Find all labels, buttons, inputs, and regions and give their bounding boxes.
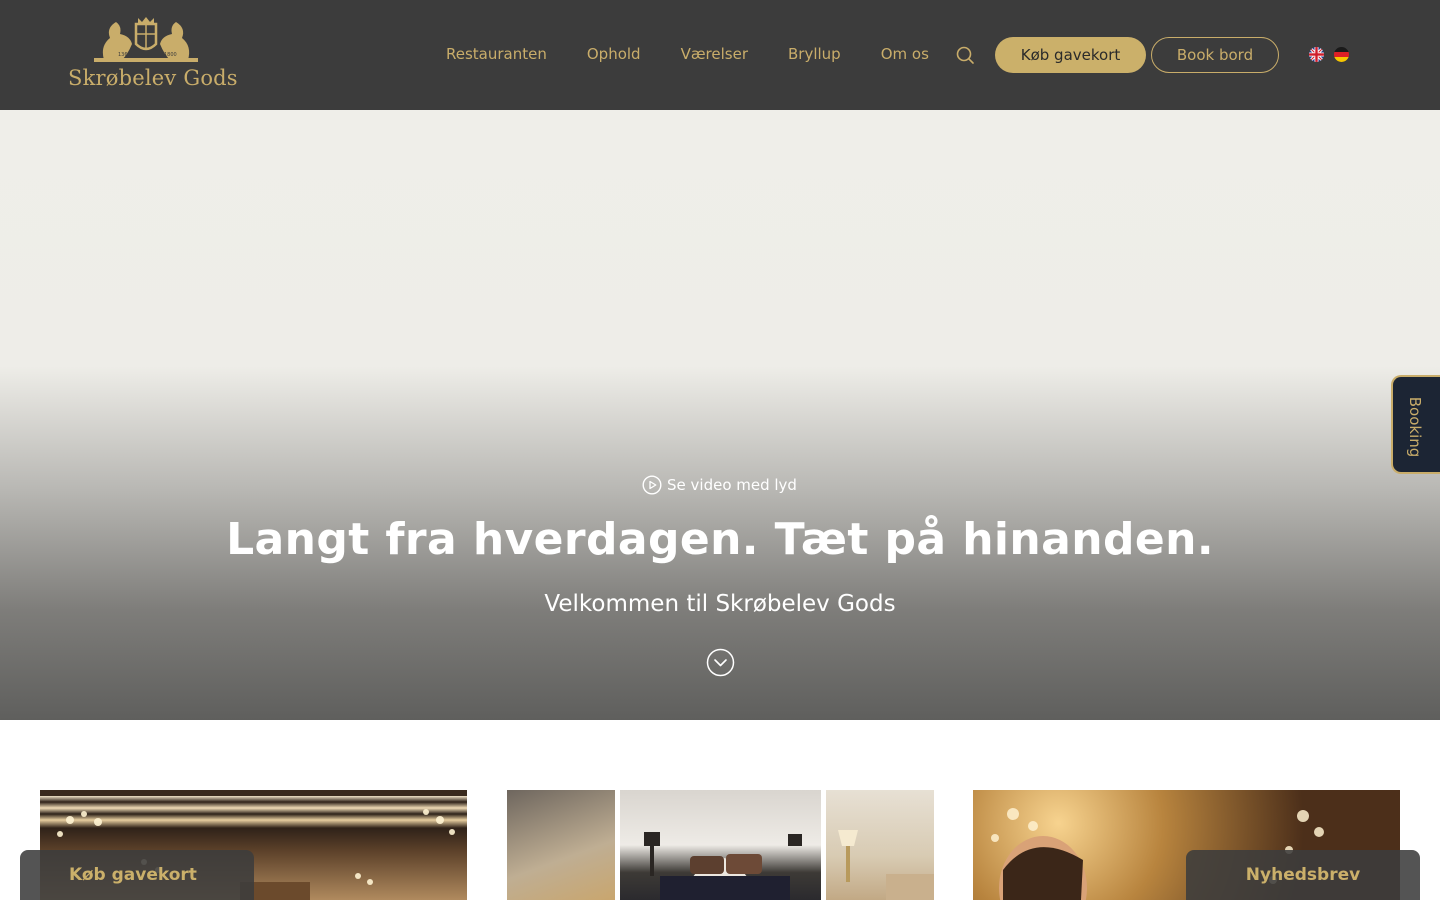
nav-item-vaerelser[interactable]: Værelser [681, 43, 748, 65]
language-german[interactable] [1334, 47, 1349, 62]
logo[interactable]: 1367 1800 Skrøbelev Gods [62, 14, 238, 98]
search-icon [956, 46, 974, 64]
sticky-gift-card-button[interactable]: Køb gavekort [20, 850, 254, 900]
nav-item-ophold[interactable]: Ophold [587, 43, 641, 65]
booking-tab-label: Booking [1406, 396, 1424, 458]
sticky-newsletter-button[interactable]: Nyhedsbrev [1186, 850, 1420, 900]
nav-item-bryllup[interactable]: Bryllup [788, 43, 841, 65]
nav-item-restauranten[interactable]: Restauranten [446, 43, 547, 65]
play-circle-icon [642, 475, 662, 495]
bed-photo [644, 832, 802, 900]
site-header: 1367 1800 Skrøbelev Gods Restauranten Op… [0, 0, 1440, 110]
crest-icon: 1367 1800 [94, 17, 198, 62]
lamp-photo [838, 830, 934, 900]
hero-subtitle: Velkommen til Skrøbelev Gods [544, 591, 896, 617]
hero-title: Langt fra hverdagen. Tæt på hinanden. [226, 514, 1214, 565]
german-flag-icon [1334, 47, 1349, 62]
nav-item-om-os[interactable]: Om os [881, 43, 929, 65]
main-nav: Restauranten Ophold Værelser Bryllup Om … [446, 43, 929, 65]
video-with-sound-link[interactable]: Se video med lyd [642, 474, 797, 496]
booking-side-tab[interactable]: Booking [1391, 375, 1440, 474]
room-photo-1 [507, 790, 615, 900]
chevron-down-circle-icon [706, 648, 735, 677]
uk-flag-icon [1309, 47, 1324, 62]
search-button[interactable] [954, 44, 976, 66]
book-table-button[interactable]: Book bord [1151, 37, 1279, 73]
video-link-label: Se video med lyd [667, 476, 797, 494]
scroll-down-button[interactable] [706, 648, 735, 677]
room-photo-2 [620, 790, 821, 900]
hero-section: Se video med lyd Langt fra hverdagen. Tæ… [0, 110, 1440, 720]
crest-year-right: 1800 [164, 52, 177, 58]
language-english[interactable] [1309, 47, 1324, 62]
brand-name: Skrøbelev Gods [68, 66, 238, 90]
buy-gift-card-button[interactable]: Køb gavekort [995, 37, 1146, 73]
crest-year-left: 1367 [118, 52, 131, 58]
room-photo-3 [826, 790, 934, 900]
card-rooms[interactable] [507, 790, 934, 900]
